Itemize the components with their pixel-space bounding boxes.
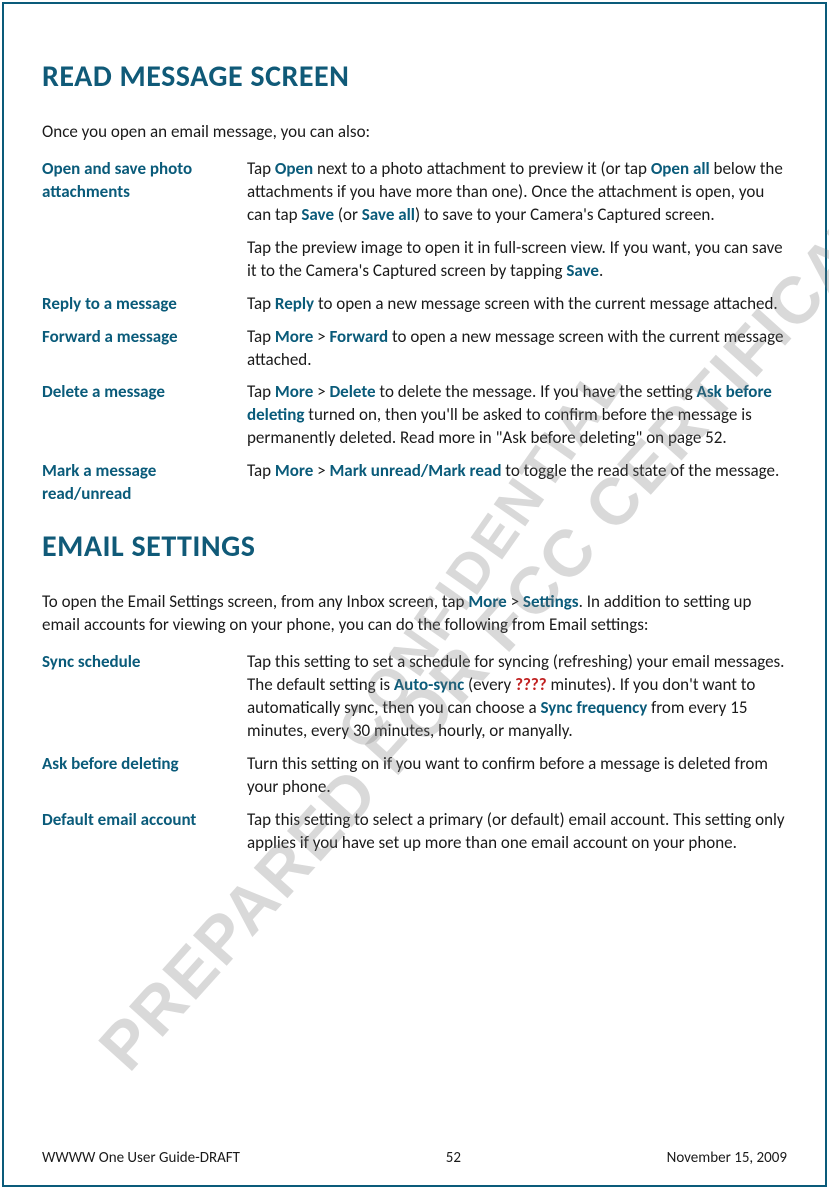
- entry-label: Delete a message: [42, 381, 247, 450]
- entry-label: Default email account: [42, 809, 247, 855]
- entry-desc: Tap Open next to a photo attachment to p…: [247, 158, 787, 283]
- text: to toggle the read state of the message.: [501, 460, 779, 481]
- entry-delete: Delete a message Tap More > Delete to de…: [42, 381, 787, 450]
- entry-desc: Tap More > Forward to open a new message…: [247, 326, 787, 372]
- entry-desc: Tap this setting to select a primary (or…: [247, 809, 787, 855]
- entry-desc: Tap this setting to set a schedule for s…: [247, 651, 787, 743]
- entry-mark-read-unread: Mark a message read/unread Tap More > Ma…: [42, 460, 787, 506]
- keyword-more: More: [275, 381, 313, 402]
- entry-forward: Forward a message Tap More > Forward to …: [42, 326, 787, 372]
- keyword-save-all: Save all: [362, 204, 415, 225]
- text: Tap: [247, 326, 275, 347]
- entry-label: Reply to a message: [42, 293, 247, 316]
- intro-email-settings: To open the Email Settings screen, from …: [42, 591, 787, 637]
- desc-paragraph: Tap Open next to a photo attachment to p…: [247, 158, 787, 227]
- entry-ask-before-deleting: Ask before deleting Turn this setting on…: [42, 753, 787, 799]
- entry-desc: Tap Reply to open a new message screen w…: [247, 293, 787, 316]
- entry-desc: Turn this setting on if you want to conf…: [247, 753, 787, 799]
- keyword-auto-sync: Auto-sync: [394, 674, 464, 695]
- desc-paragraph: Tap this setting to set a schedule for s…: [247, 651, 787, 743]
- keyword-save: Save: [301, 204, 334, 225]
- keyword-reply: Reply: [275, 293, 314, 314]
- keyword-delete: Delete: [329, 381, 375, 402]
- text: turned on, then you'll be asked to confi…: [247, 404, 752, 448]
- entry-desc: Tap More > Delete to delete the message.…: [247, 381, 787, 450]
- text: Tap: [247, 293, 275, 314]
- entry-label: Open and save photo attachments: [42, 158, 247, 283]
- desc-paragraph: Tap Reply to open a new message screen w…: [247, 293, 787, 316]
- desc-paragraph: Tap this setting to select a primary (or…: [247, 809, 787, 855]
- keyword-save: Save: [566, 260, 599, 281]
- text: next to a photo attachment to preview it…: [313, 158, 651, 179]
- text: >: [507, 591, 523, 612]
- entry-label: Ask before deleting: [42, 753, 247, 799]
- keyword-mark-unread-read: Mark unread/Mark read: [329, 460, 501, 481]
- text: Tap: [247, 158, 275, 179]
- heading-read-message-screen: READ MESSAGE SCREEN: [42, 58, 787, 95]
- text: Tap the preview image to open it in full…: [247, 237, 783, 281]
- text: (or: [334, 204, 362, 225]
- desc-paragraph: Tap More > Mark unread/Mark read to togg…: [247, 460, 787, 483]
- keyword-open-all: Open all: [651, 158, 710, 179]
- desc-paragraph: Turn this setting on if you want to conf…: [247, 753, 787, 799]
- entry-label: Forward a message: [42, 326, 247, 372]
- footer-doc-title: WWWW One User Guide-DRAFT: [42, 1149, 240, 1167]
- text: (every: [464, 674, 515, 695]
- text: Tap: [247, 381, 275, 402]
- text: >: [313, 326, 329, 347]
- keyword-more: More: [275, 460, 313, 481]
- heading-email-settings: EMAIL SETTINGS: [42, 528, 787, 565]
- entry-default-email-account: Default email account Tap this setting t…: [42, 809, 787, 855]
- footer-page-number: 52: [446, 1149, 461, 1167]
- text: >: [313, 460, 329, 481]
- desc-paragraph: Tap More > Delete to delete the message.…: [247, 381, 787, 450]
- keyword-more: More: [468, 591, 506, 612]
- desc-paragraph: Tap More > Forward to open a new message…: [247, 326, 787, 372]
- page-footer: WWWW One User Guide-DRAFT 52 November 15…: [42, 1143, 787, 1167]
- entry-label: Mark a message read/unread: [42, 460, 247, 506]
- entry-sync-schedule: Sync schedule Tap this setting to set a …: [42, 651, 787, 743]
- keyword-settings: Settings: [523, 591, 579, 612]
- keyword-more: More: [275, 326, 313, 347]
- entry-reply: Reply to a message Tap Reply to open a n…: [42, 293, 787, 316]
- footer-date: November 15, 2009: [667, 1149, 787, 1167]
- entry-desc: Tap More > Mark unread/Mark read to togg…: [247, 460, 787, 506]
- page-frame: PREPARED FOR FCC CERTIFICATION CONFIDENT…: [2, 2, 827, 1187]
- keyword-sync-frequency: Sync frequency: [540, 697, 647, 718]
- entry-open-save-attachments: Open and save photo attachments Tap Open…: [42, 158, 787, 283]
- entry-label: Sync schedule: [42, 651, 247, 743]
- text: To open the Email Settings screen, from …: [42, 591, 468, 612]
- text: Tap: [247, 460, 275, 481]
- text: to open a new message screen with the cu…: [314, 293, 778, 314]
- keyword-forward: Forward: [329, 326, 388, 347]
- text: .: [599, 260, 603, 281]
- placeholder-unknown: ????: [515, 674, 547, 695]
- text: ) to save to your Camera's Captured scre…: [415, 204, 715, 225]
- desc-paragraph: Tap the preview image to open it in full…: [247, 237, 787, 283]
- page-content: READ MESSAGE SCREEN Once you open an ema…: [42, 36, 787, 1143]
- text: >: [313, 381, 329, 402]
- keyword-open: Open: [275, 158, 313, 179]
- text: to delete the message. If you have the s…: [376, 381, 697, 402]
- intro-read-message: Once you open an email message, you can …: [42, 121, 787, 144]
